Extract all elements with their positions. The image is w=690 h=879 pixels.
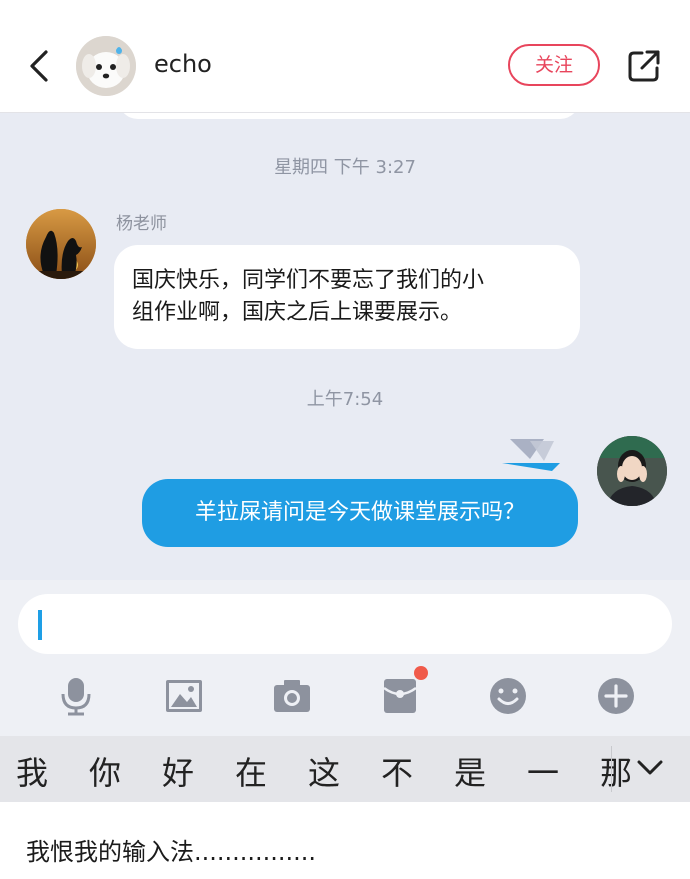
candidate-word[interactable]: 是	[454, 748, 527, 794]
candidate-word[interactable]: 在	[235, 748, 308, 794]
penguin-avatar-icon	[26, 209, 96, 279]
sender-name: 杨老师	[116, 214, 167, 234]
candidate-word[interactable]: 我	[16, 748, 89, 794]
notification-dot	[414, 666, 428, 680]
ime-candidate-bar: 我你好在这不是一那	[0, 736, 690, 802]
plus-icon[interactable]	[596, 676, 636, 716]
camera-icon[interactable]	[272, 676, 312, 716]
contact-name: echo	[154, 50, 212, 78]
message-text-line: 组作业啊，国庆之后上课要展示。	[132, 300, 463, 325]
message-input[interactable]	[18, 594, 672, 654]
candidate-word[interactable]: 这	[308, 748, 381, 794]
candidate-word[interactable]: 不	[381, 748, 454, 794]
person-avatar-icon	[597, 436, 667, 506]
contact-avatar[interactable]	[76, 36, 136, 96]
candidate-word[interactable]: 一	[527, 748, 600, 794]
candidate-word[interactable]: 好	[162, 748, 235, 794]
candidate-word[interactable]: 你	[89, 748, 162, 794]
chat-area[interactable]: 星期四 下午 3:27 杨老师 国庆快乐，同学们不要忘了我们的小 组作业啊，国庆…	[0, 113, 690, 580]
previous-message-bubble	[118, 113, 580, 119]
teacher-avatar[interactable]	[26, 209, 96, 279]
chevron-down-icon[interactable]	[636, 758, 664, 778]
timestamp: 星期四 下午 3:27	[274, 157, 416, 178]
chat-header: echo 关注	[0, 0, 690, 113]
caption-area: 我恨我的输入法................	[0, 802, 690, 879]
timestamp: 上午7:54	[306, 389, 384, 410]
red-packet-icon[interactable]	[380, 676, 420, 716]
input-panel	[0, 580, 690, 736]
candidate-list: 我你好在这不是一那	[16, 748, 673, 794]
candidate-divider	[611, 746, 612, 792]
received-message-bubble[interactable]: 国庆快乐，同学们不要忘了我们的小 组作业啊，国庆之后上课要展示。	[114, 245, 580, 349]
emoji-icon[interactable]	[488, 676, 528, 716]
text-caret	[38, 610, 42, 640]
dog-avatar-icon	[76, 36, 136, 96]
back-arrow-icon[interactable]	[24, 46, 54, 86]
bubble-decoration-icon	[502, 439, 560, 471]
message-text-line: 国庆快乐，同学们不要忘了我们的小	[132, 268, 485, 293]
my-avatar[interactable]	[597, 436, 667, 506]
image-icon[interactable]	[164, 676, 204, 716]
sent-message-bubble[interactable]: 羊拉屎请问是今天做课堂展示吗？	[142, 479, 578, 547]
caption-text: 我恨我的输入法................	[26, 838, 317, 866]
follow-button[interactable]: 关注	[508, 44, 600, 86]
microphone-icon[interactable]	[56, 676, 96, 716]
share-icon[interactable]	[626, 48, 662, 84]
